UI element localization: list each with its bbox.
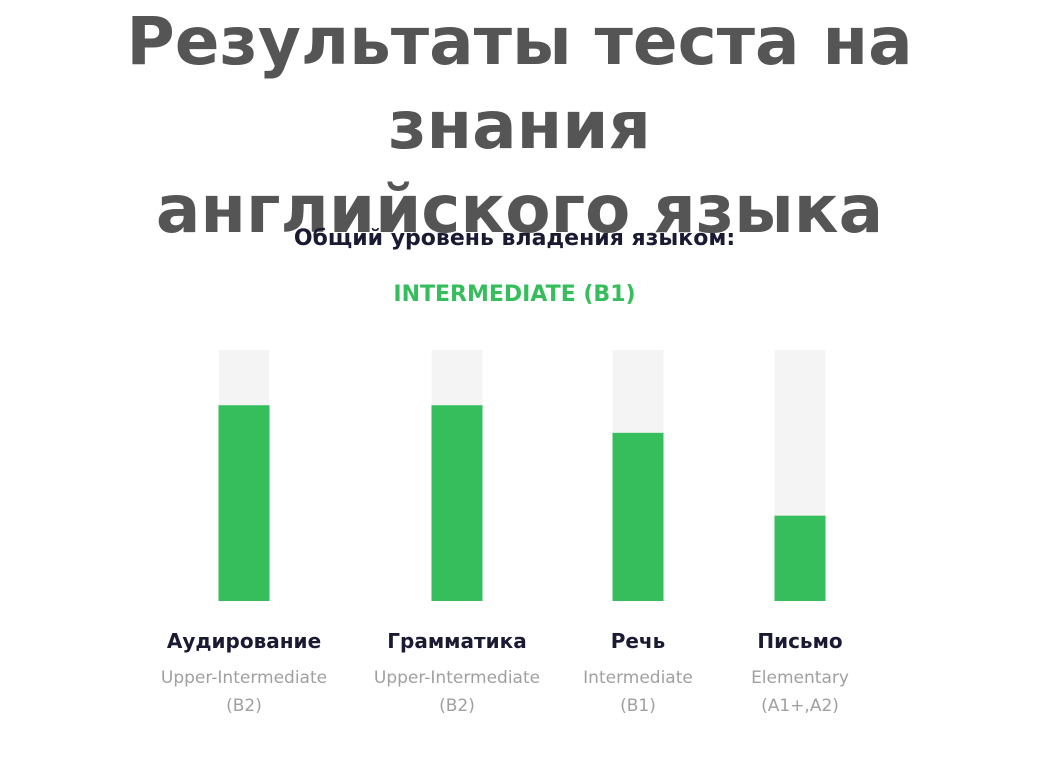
category-sublabel-2-2: (B2) [439,696,475,716]
category-label-2: Грамматика [387,629,526,653]
category-sublabel-4-2: (A1+,A2) [761,696,839,716]
category-sublabel-4-1: Elementary [751,668,849,688]
category-sublabel-1-1: Upper-Intermediate [161,668,327,688]
category-label-3: Речь [611,629,666,653]
bar-4-fill [774,515,826,601]
category-label-1: Аудирование [167,629,321,653]
skills-bar-chart: Аудирование Upper-Intermediate (B2) Граммат… [161,350,849,716]
results-page: Результаты теста на знания английского я… [0,0,1039,757]
bar-3-fill [612,432,664,601]
bar-1-fill [218,405,270,601]
bar-2-fill [431,405,483,601]
category-sublabel-2-1: Upper-Intermediate [374,668,540,688]
category-sublabel-3-2: (B1) [620,696,656,716]
category-label-4: Письмо [757,629,842,653]
category-sublabel-3-1: Intermediate [583,668,693,688]
category-sublabel-1-2: (B2) [226,696,262,716]
